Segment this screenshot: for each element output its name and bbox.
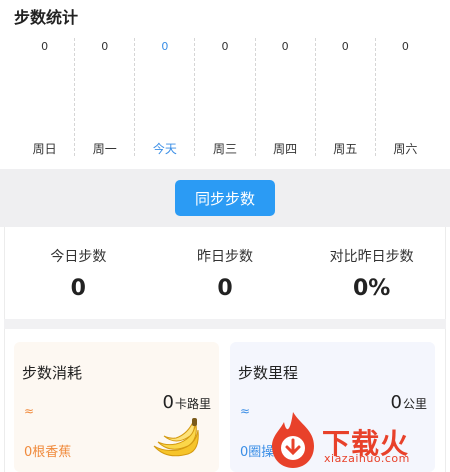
section-divider	[4, 319, 446, 329]
day-steps-value: 0	[101, 40, 109, 53]
compare-steps-label: 对比昨日步数	[329, 249, 414, 265]
day-steps-value: 0	[401, 40, 409, 53]
today-steps-label: 今日步数	[50, 249, 107, 265]
distance-value: 0	[390, 392, 402, 413]
yesterday-steps-label: 昨日步数	[197, 249, 253, 265]
banana-count: 0根香蕉	[24, 445, 72, 460]
day-steps-value: 0	[41, 40, 49, 53]
distance-unit: 公里	[402, 397, 427, 411]
day-label: 周日	[32, 142, 57, 156]
day-column-fri: 0 周五	[314, 38, 375, 156]
page-title: 步数统计	[14, 8, 79, 27]
yesterday-steps-value: 0	[217, 276, 233, 301]
approx-sign: ≈	[24, 404, 35, 418]
compare-steps-value: 0%	[353, 276, 391, 301]
day-steps-value: 0	[161, 40, 169, 53]
day-column-wed: 0 周三	[194, 38, 254, 156]
day-column-mon: 0 周一	[74, 38, 134, 156]
compare-steps-summary: 对比昨日步数 0%	[298, 227, 445, 319]
calories-value: 0	[162, 392, 174, 413]
calories-value-row: 0卡路里	[163, 392, 211, 413]
flame-logo-icon	[272, 412, 314, 468]
distance-value-row: 0公里	[391, 392, 427, 413]
weekly-steps-chart: 0 周日 0 周一 0 今天 0 周三 0 周四 0 周五 0 周六	[15, 38, 435, 156]
steps-summary: 今日步数 0 昨日步数 0 对比昨日步数 0%	[4, 227, 446, 319]
watermark-url: xiazaihuo.com	[324, 452, 410, 465]
day-steps-value: 0	[281, 40, 289, 53]
today-steps-value: 0	[70, 276, 86, 301]
day-label: 周五	[333, 142, 358, 156]
calories-card-title: 步数消耗	[22, 364, 83, 382]
day-column-sat: 0 周六	[374, 38, 435, 156]
day-label: 周一	[92, 142, 117, 156]
day-label: 周三	[212, 142, 237, 156]
day-steps-value: 0	[221, 40, 229, 53]
banana-icon	[153, 418, 199, 457]
day-steps-value: 0	[341, 40, 349, 53]
day-label: 周六	[393, 142, 418, 156]
day-label: 周四	[273, 142, 298, 156]
day-column-today: 0 今天	[134, 38, 194, 156]
day-label: 今天	[152, 142, 177, 156]
calories-unit: 卡路里	[174, 397, 211, 411]
sync-steps-button[interactable]: 同步步数	[175, 180, 275, 216]
yesterday-steps-summary: 昨日步数 0	[152, 227, 299, 319]
today-steps-summary: 今日步数 0	[5, 227, 152, 319]
day-column-thu: 0 周四	[254, 38, 315, 156]
approx-sign: ≈	[240, 404, 251, 418]
day-column-sun: 0 周日	[15, 38, 74, 156]
distance-card-title: 步数里程	[238, 364, 299, 382]
